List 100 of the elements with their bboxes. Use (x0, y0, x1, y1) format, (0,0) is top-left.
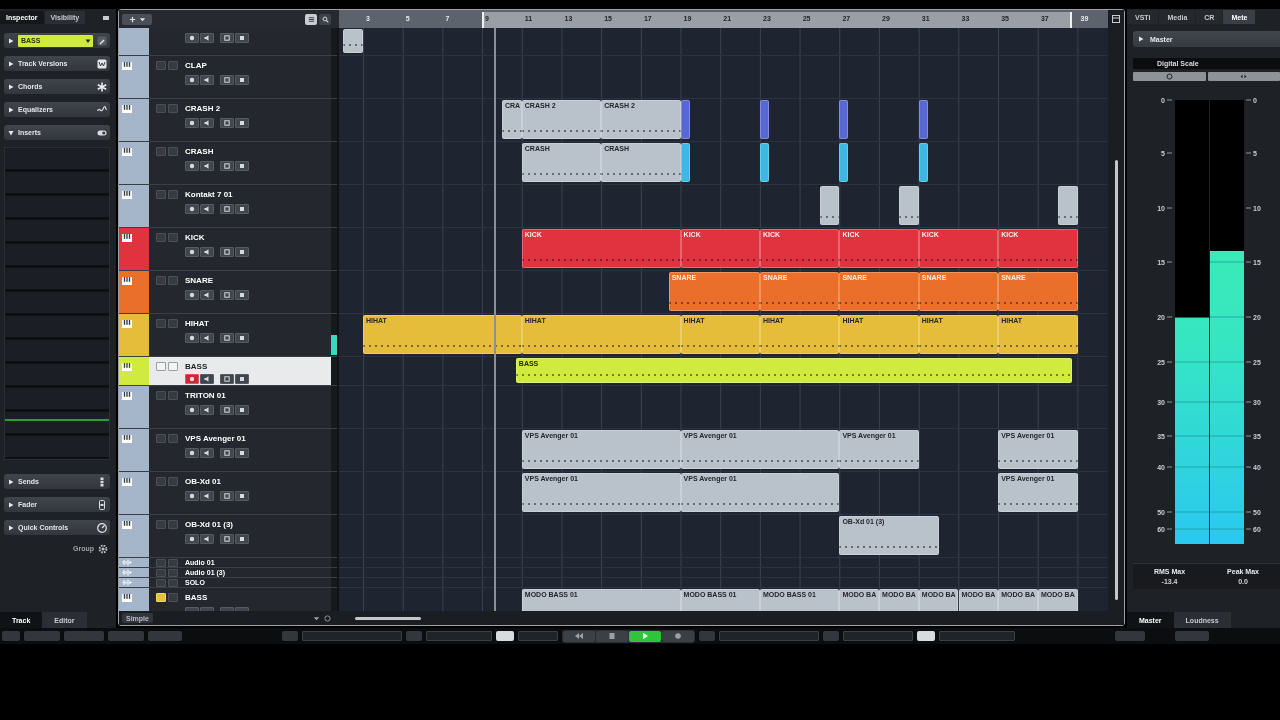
track-header[interactable]: BASS (119, 357, 337, 386)
record-button[interactable] (185, 374, 199, 384)
horizontal-scrollbar[interactable] (355, 616, 421, 620)
record-button[interactable] (185, 204, 199, 214)
record-button[interactable] (185, 491, 199, 501)
circle-icon[interactable] (324, 614, 331, 622)
window-icon[interactable] (1112, 15, 1120, 23)
write-button[interactable] (235, 333, 249, 343)
speaker-icon (204, 450, 210, 456)
record-button[interactable] (662, 630, 694, 642)
waveform-icon (122, 559, 132, 566)
midi-part[interactable] (819, 186, 840, 225)
monitor-button[interactable] (200, 448, 214, 458)
record-button[interactable] (185, 33, 199, 43)
add-track-button[interactable] (122, 13, 152, 25)
caret-icon[interactable] (313, 614, 320, 622)
midi-part[interactable] (839, 100, 849, 139)
record-button[interactable] (185, 118, 199, 128)
read-button[interactable] (220, 118, 234, 128)
read-button[interactable] (220, 161, 234, 171)
settings-icon[interactable] (98, 543, 108, 554)
track-header[interactable]: SNARE (119, 271, 337, 314)
monitor-button[interactable] (200, 290, 214, 300)
write-button[interactable] (235, 534, 249, 544)
monitor-button[interactable] (200, 204, 214, 214)
write-button[interactable] (235, 491, 249, 501)
record-button[interactable] (185, 290, 199, 300)
record-button[interactable] (185, 75, 199, 85)
search-button[interactable] (319, 13, 331, 25)
read-button[interactable] (220, 448, 234, 458)
track-header[interactable] (119, 28, 337, 56)
record-button[interactable] (185, 247, 199, 257)
read-button[interactable] (220, 333, 234, 343)
track-header[interactable]: TRITON 01 (119, 386, 337, 429)
meter-button[interactable] (1207, 72, 1280, 81)
monitor-button[interactable] (200, 75, 214, 85)
record-button[interactable] (185, 405, 199, 415)
list-view-button[interactable] (305, 13, 317, 25)
triangle-icon (1138, 36, 1144, 42)
write-button[interactable] (235, 405, 249, 415)
stop-button[interactable] (596, 630, 628, 642)
read-button[interactable] (220, 405, 234, 415)
monitor-button[interactable] (200, 118, 214, 128)
write-button[interactable] (235, 33, 249, 43)
track-name: HIHAT (185, 319, 209, 328)
read-button[interactable] (220, 534, 234, 544)
track-header[interactable]: CRASH 2 (119, 99, 337, 142)
write-button[interactable] (235, 75, 249, 85)
triangle-icon (8, 478, 14, 485)
monitor-button[interactable] (200, 33, 214, 43)
write-button[interactable] (235, 247, 249, 257)
monitor-button[interactable] (200, 374, 214, 384)
read-button[interactable] (220, 75, 234, 85)
monitor-button[interactable] (200, 161, 214, 171)
arrows-icon (1240, 73, 1248, 80)
record-button[interactable] (185, 534, 199, 544)
track-header[interactable]: VPS Avenger 01 (119, 429, 337, 472)
speaker-icon (204, 376, 210, 382)
mute-button[interactable] (156, 362, 166, 371)
monitor-button[interactable] (200, 405, 214, 415)
midi-part[interactable] (918, 100, 928, 139)
track-header[interactable]: OB-Xd 01 (119, 472, 337, 515)
record-button[interactable] (185, 333, 199, 343)
track-header[interactable]: CRASH (119, 142, 337, 185)
write-button[interactable] (235, 118, 249, 128)
midi-part[interactable] (898, 186, 919, 225)
write-button[interactable] (235, 204, 249, 214)
read-button[interactable] (220, 247, 234, 257)
rewind-button[interactable] (563, 630, 595, 642)
record-button[interactable] (185, 161, 199, 171)
midi-part[interactable] (839, 143, 849, 182)
pen-icon[interactable] (97, 35, 107, 46)
monitor-button[interactable] (200, 534, 214, 544)
track-header[interactable]: CLAP (119, 56, 337, 99)
play-button[interactable] (629, 630, 661, 642)
vertical-scrollbar[interactable] (1114, 160, 1118, 600)
speaker-icon (204, 249, 210, 255)
read-button[interactable] (220, 290, 234, 300)
write-button[interactable] (235, 374, 249, 384)
triangle-icon[interactable] (8, 37, 14, 44)
record-button[interactable] (185, 448, 199, 458)
read-button[interactable] (220, 33, 234, 43)
read-button[interactable] (220, 204, 234, 214)
monitor-button[interactable] (200, 491, 214, 501)
midi-part[interactable] (1057, 186, 1078, 225)
write-button[interactable] (235, 290, 249, 300)
monitor-button[interactable] (200, 247, 214, 257)
track-header[interactable]: Kontakt 7 01 (119, 185, 337, 228)
midi-part[interactable] (918, 143, 928, 182)
track-header[interactable]: KICK (119, 228, 337, 271)
read-button[interactable] (220, 374, 234, 384)
track-header[interactable]: OB-Xd 01 (3) (119, 515, 337, 558)
monitor-button[interactable] (200, 333, 214, 343)
write-button[interactable] (235, 161, 249, 171)
track-header[interactable]: HIHAT (119, 314, 337, 357)
read-button[interactable] (220, 491, 234, 501)
write-button[interactable] (235, 448, 249, 458)
arrangement-area[interactable] (339, 28, 1108, 611)
piano-keys-icon (122, 234, 132, 242)
solo-button[interactable] (168, 362, 178, 371)
